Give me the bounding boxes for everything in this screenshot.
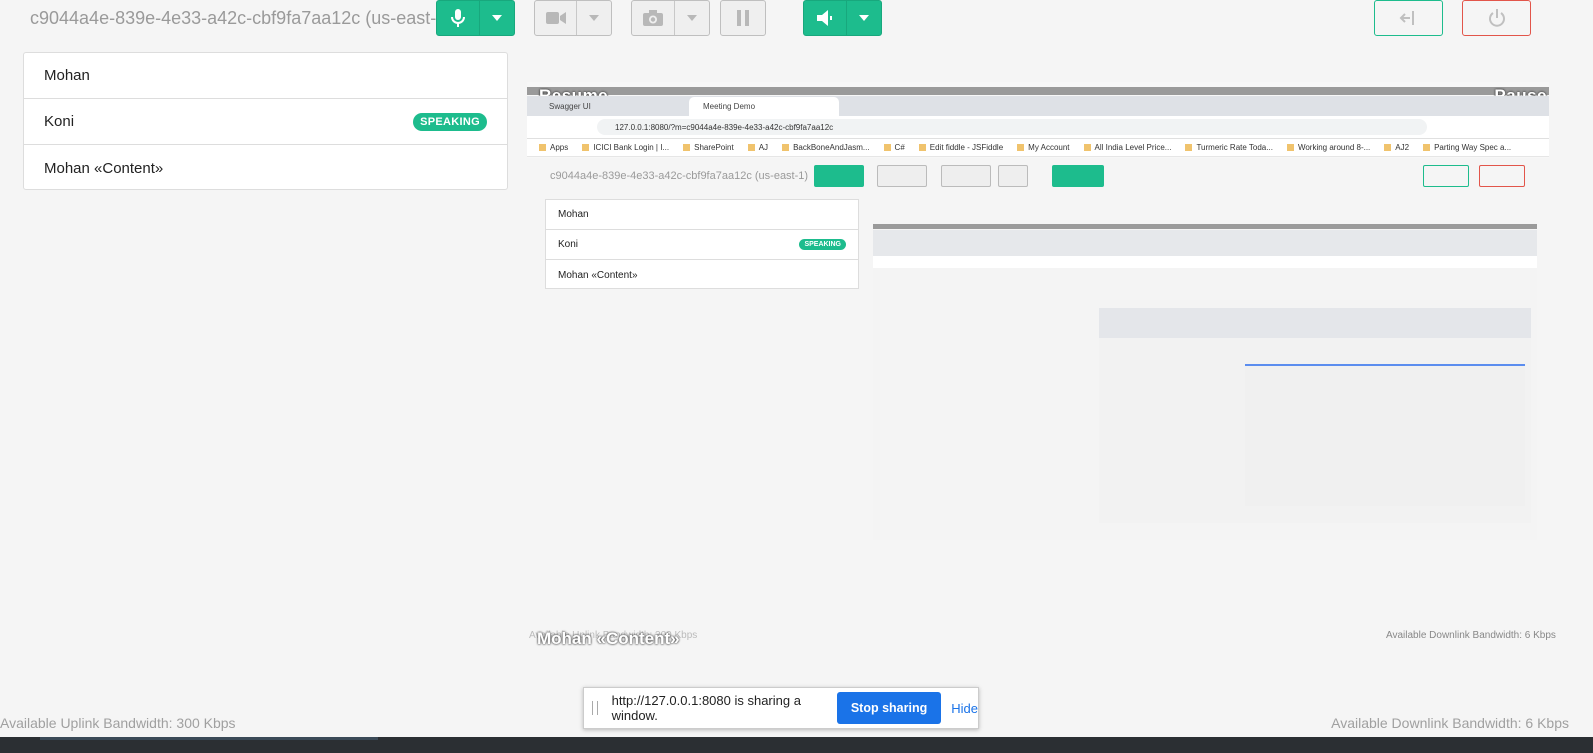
inner-speaker-button [1052, 165, 1104, 187]
screen-share-notification: http://127.0.0.1:8080 is sharing a windo… [583, 687, 979, 729]
inner-meeting-id: c9044a4e-839e-4e33-a42c-cbf9fa7aa12c (us… [550, 170, 809, 182]
end-meeting-button[interactable] [1462, 0, 1531, 36]
bookmark: BackBoneAndJasm... [782, 143, 869, 152]
taskbar-strip [0, 737, 1593, 753]
inner-speaking-badge: SPEAKING [799, 239, 846, 250]
roster-list: Mohan Koni SPEAKING Mohan «Content» [23, 52, 508, 190]
attendee-name: Koni [44, 113, 75, 130]
inner-roster-item: Mohan [546, 200, 858, 230]
inner-roster-item: Mohan «Content» [558, 269, 638, 281]
bookmark: SharePoint [683, 143, 734, 152]
roster-item: Mohan [24, 53, 507, 99]
drag-handle-icon[interactable] [592, 701, 598, 715]
meeting-id: c9044a4e-839e-4e33-a42c-cbf9fa7aa12c (us… [30, 8, 446, 28]
attendee-name: Mohan «Content» [44, 159, 164, 177]
content-share-dropdown-caret[interactable] [673, 1, 709, 35]
speaker-icon [804, 1, 846, 35]
inner-share-button [941, 165, 991, 187]
hide-button[interactable]: Hide [951, 701, 978, 716]
power-icon [1488, 9, 1506, 27]
attendee-name: Mohan [44, 67, 90, 84]
bookmark: AJ [748, 143, 768, 152]
downlink-bandwidth: Available Downlink Bandwidth: 6 Kbps [1331, 715, 1569, 731]
bookmark: ICICI Bank Login | I... [582, 143, 669, 152]
inner-pause-button [998, 165, 1028, 187]
roster-item: Mohan «Content» [24, 145, 507, 191]
pause-content-button[interactable] [720, 0, 766, 36]
bookmarks-bar: Apps ICICI Bank Login | I... SharePoint … [527, 139, 1549, 157]
content-share-caption: Mohan «Content» [537, 629, 680, 648]
nested-share-preview-2 [1099, 308, 1531, 523]
bookmark: Apps [539, 143, 568, 152]
camera-button[interactable] [534, 0, 612, 36]
uplink-bandwidth: Available Uplink Bandwidth: 300 Kbps [0, 715, 236, 731]
camera-icon [632, 1, 674, 35]
speaking-badge: SPEAKING [413, 112, 487, 131]
camera-dropdown-caret[interactable] [576, 1, 611, 35]
bookmark: AJ2 [1384, 143, 1409, 152]
share-notice-text: http://127.0.0.1:8080 is sharing a windo… [611, 693, 801, 723]
inner-downlink-bandwidth: Available Downlink Bandwidth: 6 Kbps [1386, 630, 1556, 641]
bookmark: Working around 8-... [1287, 143, 1370, 152]
video-camera-icon [535, 1, 576, 35]
bookmark: C# [884, 143, 905, 152]
inner-leave-button [1423, 165, 1469, 187]
bookmark: My Account [1017, 143, 1069, 152]
speaker-dropdown-caret[interactable] [845, 1, 881, 35]
browser-tab-active: Meeting Demo [689, 97, 839, 116]
nested-share-preview-3 [1245, 364, 1525, 506]
share-control-bar [527, 87, 1549, 95]
inner-end-button [1479, 165, 1525, 187]
stop-sharing-button[interactable]: Stop sharing [836, 692, 942, 724]
inner-roster-item: Koni SPEAKING [546, 230, 858, 260]
roster-item: Koni SPEAKING [24, 99, 507, 145]
address-field: 127.0.0.1:8080/?m=c9044a4e-839e-4e33-a42… [597, 119, 1427, 135]
content-share-button[interactable] [631, 0, 710, 36]
microphone-button[interactable] [436, 0, 515, 36]
inner-camera-button [877, 165, 927, 187]
content-share-video: Resume Pause Swagger UI Meeting Demo 127… [527, 82, 1549, 644]
microphone-dropdown-caret[interactable] [478, 1, 514, 35]
shared-page: c9044a4e-839e-4e33-a42c-cbf9fa7aa12c (us… [527, 158, 1549, 644]
speaker-button[interactable] [803, 0, 882, 36]
nested-share-preview [873, 220, 1537, 540]
leave-icon [1399, 10, 1419, 26]
bookmark: Turmeric Rate Toda... [1185, 143, 1272, 152]
microphone-icon [437, 1, 479, 35]
bookmark: Edit fiddle - JSFiddle [919, 143, 1003, 152]
browser-address-bar: 127.0.0.1:8080/?m=c9044a4e-839e-4e33-a42… [527, 116, 1549, 139]
leave-meeting-button[interactable] [1374, 0, 1443, 36]
inner-roster: Mohan Koni SPEAKING Mohan «Content» [545, 199, 859, 289]
bookmark: All India Level Price... [1084, 143, 1172, 152]
browser-tab-strip: Swagger UI Meeting Demo [527, 96, 1549, 116]
pause-icon [737, 10, 749, 26]
bookmark: Parting Way Spec a... [1423, 143, 1511, 152]
browser-tab: Swagger UI [549, 102, 591, 111]
inner-mic-button [814, 165, 864, 187]
